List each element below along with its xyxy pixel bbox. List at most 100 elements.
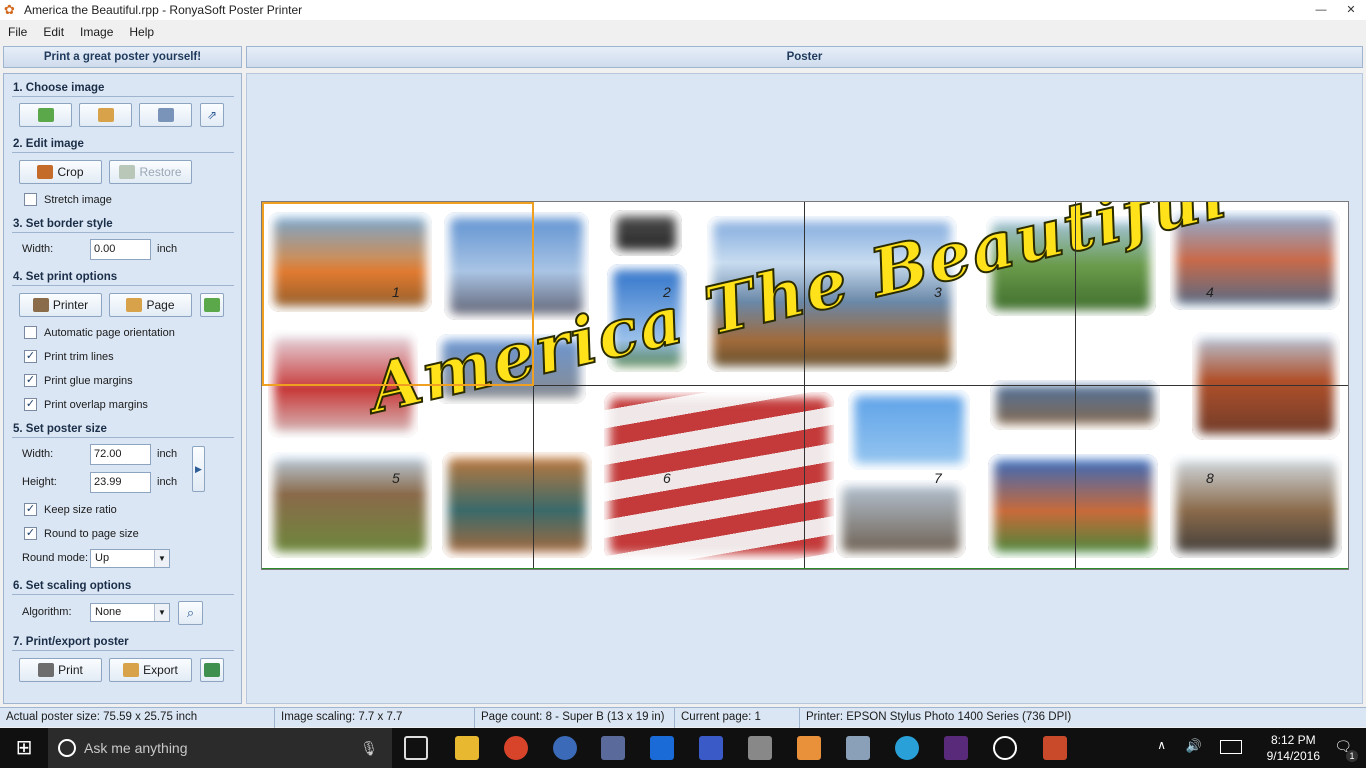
status-page-count: Page count: 8 - Super B (13 x 19 in)	[481, 711, 665, 723]
close-button[interactable]: ✕	[1336, 0, 1366, 20]
page-number: 1	[392, 284, 400, 300]
stretch-image-label: Stretch image	[44, 193, 112, 206]
glue-margins-checkbox[interactable]: ✓ Print glue margins	[24, 374, 133, 387]
algorithm-select[interactable]: None ▼	[90, 603, 170, 622]
arrow-right-icon: ▶	[195, 463, 202, 474]
print-button[interactable]: Print	[19, 658, 102, 682]
border-style-title: 3. Set border style	[13, 218, 113, 230]
chrome-icon[interactable]	[504, 736, 528, 760]
keep-ratio-label: Keep size ratio	[44, 503, 117, 516]
restore-button[interactable]: Restore	[109, 160, 192, 184]
security-shield-icon[interactable]	[650, 736, 674, 760]
page-number: 8	[1206, 470, 1214, 486]
left-panel-header: Print a great poster yourself!	[3, 46, 242, 68]
barn-photo	[268, 452, 432, 558]
status-actual-size: Actual poster size: 75.59 x 25.75 inch	[6, 711, 198, 723]
round-mode-value: Up	[95, 552, 110, 564]
image-file-icon	[204, 663, 220, 677]
clock-time: 8:12 PM	[1270, 733, 1316, 747]
calculator-icon[interactable]	[748, 736, 772, 760]
border-width-unit: inch	[157, 243, 178, 255]
glue-margins-label: Print glue margins	[44, 374, 133, 387]
cortana-search-box[interactable]: Ask me anything 🎙	[48, 728, 392, 768]
poster-printer-taskbar-icon[interactable]	[1043, 736, 1067, 760]
minimize-button[interactable]: —	[1306, 0, 1336, 20]
scan-image-button[interactable]	[139, 103, 192, 127]
clipboard-icon	[97, 108, 114, 122]
status-printer: Printer: EPSON Stylus Photo 1400 Series …	[806, 711, 1072, 723]
export-label: Export	[143, 663, 178, 677]
page-number: 5	[392, 470, 400, 486]
print-label: Print	[58, 663, 83, 677]
border-width-input[interactable]: 0.00	[90, 239, 151, 260]
menu-edit[interactable]: Edit	[35, 25, 72, 39]
external-link-icon: ⇗	[206, 108, 218, 122]
search-placeholder: Ask me anything	[84, 740, 188, 756]
trim-lines-checkbox[interactable]: ✓ Print trim lines	[24, 350, 114, 363]
road-photo	[1170, 454, 1342, 558]
export-icon	[123, 663, 140, 677]
notes-app-icon[interactable]	[846, 736, 870, 760]
open-image-icon	[37, 108, 54, 122]
round-page-checkbox[interactable]: ✓ Round to page size	[24, 527, 139, 540]
crop-label: Crop	[57, 165, 84, 179]
page-layout-icon	[204, 298, 220, 312]
open-image-button[interactable]	[19, 103, 72, 127]
status-current-page: Current page: 1	[681, 711, 761, 723]
export-image-button[interactable]	[200, 658, 224, 682]
tray-chevron-icon[interactable]: ∧	[1157, 738, 1166, 752]
stretch-image-checkbox[interactable]: Stretch image	[24, 193, 112, 206]
start-button[interactable]: ⊞	[0, 728, 48, 768]
auto-orientation-label: Automatic page orientation	[44, 326, 175, 339]
horses-photo	[836, 480, 966, 558]
algorithm-value: None	[95, 606, 122, 618]
menu-file[interactable]: File	[0, 25, 35, 39]
taskbar: ⊞ Ask me anything 🎙 ∧ 🔊 8:12 PM 9/14/201…	[0, 728, 1366, 768]
poster-canvas[interactable]: America The Beautiful 1 2 3 4 5 6 7 8	[261, 201, 1349, 570]
external-open-button[interactable]: ⇗	[200, 103, 224, 127]
title-bar: ✿ America the Beautiful.rpp - RonyaSoft …	[0, 0, 1366, 20]
paste-image-button[interactable]	[79, 103, 132, 127]
menu-help[interactable]: Help	[121, 25, 162, 39]
poster-height-input[interactable]: 23.99	[90, 472, 151, 493]
page-number: 3	[934, 284, 942, 300]
microphone-icon[interactable]: 🎙	[360, 728, 378, 768]
thunderbird-icon[interactable]	[553, 736, 577, 760]
restore-label: Restore	[139, 165, 182, 179]
magnifier-icon: ⌕	[186, 605, 195, 620]
export-button[interactable]: Export	[109, 658, 192, 682]
auto-orientation-checkbox[interactable]: Automatic page orientation	[24, 326, 175, 339]
crop-button[interactable]: Crop	[19, 160, 102, 184]
task-view-icon[interactable]	[404, 736, 428, 760]
page-layout-button[interactable]	[200, 293, 224, 317]
round-mode-select[interactable]: Up ▼	[90, 549, 170, 568]
round-mode-label: Round mode:	[22, 552, 89, 564]
win10-app-icon[interactable]	[699, 736, 723, 760]
page-number: 6	[663, 470, 671, 486]
crop-icon	[37, 165, 54, 179]
skype-icon[interactable]	[895, 736, 919, 760]
keyboard-icon[interactable]	[1220, 740, 1242, 754]
poster-panel-header: Poster	[246, 46, 1363, 68]
size-link-button[interactable]: ▶	[192, 446, 205, 492]
file-explorer-icon[interactable]	[455, 736, 479, 760]
media-player-icon[interactable]	[797, 736, 821, 760]
status-bar: Actual poster size: 75.59 x 25.75 inch I…	[0, 707, 1366, 728]
poster-width-input[interactable]: 72.00	[90, 444, 151, 465]
menu-image[interactable]: Image	[72, 25, 121, 39]
menu-bar: File Edit Image Help	[0, 22, 1366, 42]
zoom-preview-button[interactable]: ⌕	[178, 601, 203, 625]
page-setup-button[interactable]: Page	[109, 293, 192, 317]
clock[interactable]: 8:12 PM 9/14/2016	[1267, 732, 1320, 764]
window-title: America the Beautiful.rpp - RonyaSoft Po…	[24, 3, 303, 17]
keep-ratio-checkbox[interactable]: ✓ Keep size ratio	[24, 503, 117, 516]
alarm-clock-icon[interactable]	[993, 736, 1017, 760]
editor-app-icon[interactable]	[601, 736, 625, 760]
overlap-margins-checkbox[interactable]: ✓ Print overlap margins	[24, 398, 148, 411]
horseshoe-bend-photo	[442, 452, 592, 558]
printer-button[interactable]: Printer	[19, 293, 102, 317]
restore-icon	[119, 165, 136, 179]
pm-app-icon[interactable]	[944, 736, 968, 760]
windows-logo-icon: ⊞	[15, 737, 33, 759]
volume-icon[interactable]: 🔊	[1186, 738, 1202, 754]
